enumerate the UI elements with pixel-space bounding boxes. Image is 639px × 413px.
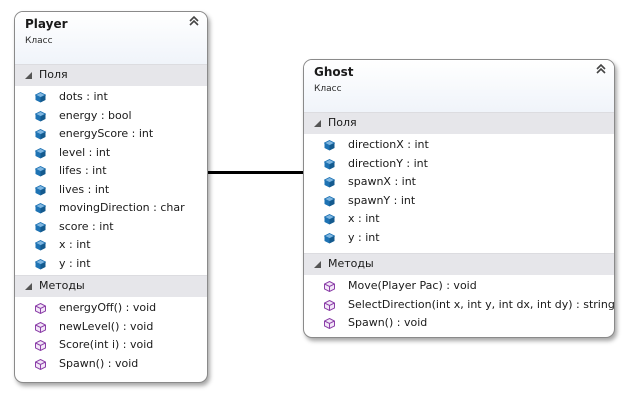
field-label: x : int: [348, 212, 380, 225]
field-item[interactable]: spawnX : int: [304, 173, 614, 192]
method-icon: [35, 340, 46, 351]
field-icon: [35, 129, 46, 140]
field-label: x : int: [59, 238, 91, 251]
field-icon: [324, 177, 335, 188]
method-item[interactable]: Score(int i) : void: [15, 336, 207, 355]
field-icon: [35, 110, 46, 121]
method-label: SelectDirection(int x, int y, int dx, in…: [348, 297, 615, 311]
class-box-player[interactable]: Player Класс Поля dots : int energy : boo…: [14, 11, 208, 383]
method-icon: [35, 321, 46, 333]
field-item[interactable]: y : int: [304, 229, 614, 248]
class-stereotype: Класс: [25, 36, 53, 46]
section-header-methods[interactable]: Методы: [304, 253, 614, 275]
class-name: Player: [25, 17, 68, 31]
field-icon: [324, 232, 335, 243]
field-item[interactable]: x : int: [304, 210, 614, 229]
field-icon: [35, 147, 46, 158]
field-item[interactable]: spawnY : int: [304, 192, 614, 211]
method-icon: [324, 281, 335, 292]
class-header-ghost: Ghost Класс: [304, 60, 614, 112]
field-icon: [324, 140, 335, 151]
field-label: directionX : int: [348, 138, 429, 151]
field-icon: [35, 240, 46, 251]
field-item[interactable]: x : int: [15, 236, 207, 255]
method-icon: [35, 303, 46, 314]
association-line: [206, 171, 304, 174]
section-label-fields: Поля: [328, 116, 357, 129]
field-label: spawnX : int: [348, 175, 416, 188]
field-icon: [324, 195, 335, 206]
field-item[interactable]: score : int: [15, 218, 207, 237]
triangle-down-icon[interactable]: [314, 120, 321, 127]
field-label: lifes : int: [59, 164, 107, 177]
field-list: dots : int energy : bool energyScore : int…: [15, 86, 207, 275]
method-item[interactable]: energyOff() : void: [15, 299, 207, 318]
triangle-down-icon[interactable]: [314, 261, 321, 268]
method-label: Move(Player Pac) : void: [348, 279, 477, 292]
field-label: level : int: [59, 145, 111, 159]
method-icon: [324, 299, 335, 311]
class-name: Ghost: [314, 65, 354, 79]
field-label: score : int: [59, 219, 114, 233]
field-item[interactable]: dots : int: [15, 88, 207, 107]
class-box-ghost[interactable]: Ghost Класс Поля directionX : int directi…: [303, 59, 615, 338]
section-label-methods: Методы: [328, 257, 374, 270]
method-label: newLevel() : void: [59, 319, 154, 333]
method-icon: [324, 318, 335, 329]
section-label-fields: Поля: [39, 68, 68, 81]
double-chevron-up-icon[interactable]: [595, 63, 607, 75]
method-list: Move(Player Pac) : void SelectDirection(i…: [304, 275, 614, 335]
class-header-player: Player Класс: [15, 12, 207, 64]
section-header-fields[interactable]: Поля: [304, 112, 614, 134]
field-label: directionY : int: [348, 156, 428, 170]
field-icon: [35, 258, 46, 269]
method-item[interactable]: Spawn() : void: [304, 314, 614, 333]
field-item[interactable]: directionX : int: [304, 136, 614, 155]
field-item[interactable]: y : int: [15, 255, 207, 274]
field-label: y : int: [348, 230, 380, 244]
field-label: energy : bool: [59, 108, 132, 122]
triangle-down-icon[interactable]: [25, 283, 32, 290]
method-label: energyOff() : void: [59, 301, 157, 314]
field-item[interactable]: energyScore : int: [15, 125, 207, 144]
field-item[interactable]: directionY : int: [304, 155, 614, 174]
field-icon: [35, 221, 46, 232]
triangle-down-icon[interactable]: [25, 72, 32, 79]
class-stereotype: Класс: [314, 84, 342, 94]
field-label: y : int: [59, 256, 91, 270]
field-icon: [35, 184, 46, 195]
method-item[interactable]: SelectDirection(int x, int y, int dx, in…: [304, 296, 614, 315]
field-label: dots : int: [59, 90, 108, 103]
field-label: movingDirection : char: [59, 201, 185, 214]
field-icon: [324, 158, 335, 169]
method-item[interactable]: Spawn() : void: [15, 355, 207, 374]
field-list: directionX : int directionY : int spawnX :…: [304, 134, 614, 253]
method-item[interactable]: Move(Player Pac) : void: [304, 277, 614, 296]
field-label: energyScore : int: [59, 127, 154, 140]
field-icon: [324, 214, 335, 225]
field-item[interactable]: energy : bool: [15, 107, 207, 126]
double-chevron-up-icon[interactable]: [188, 15, 200, 27]
method-label: Spawn() : void: [348, 316, 428, 329]
method-label: Spawn() : void: [59, 356, 139, 370]
field-icon: [35, 203, 46, 214]
field-icon: [35, 166, 46, 177]
section-header-methods[interactable]: Методы: [15, 275, 207, 297]
field-item[interactable]: lifes : int: [15, 162, 207, 181]
field-label: lives : int: [59, 182, 110, 196]
method-icon: [35, 358, 46, 370]
field-item[interactable]: movingDirection : char: [15, 199, 207, 218]
method-label: Score(int i) : void: [59, 338, 154, 351]
method-item[interactable]: newLevel() : void: [15, 318, 207, 337]
field-item[interactable]: lives : int: [15, 181, 207, 200]
field-label: spawnY : int: [348, 193, 416, 207]
field-icon: [35, 92, 46, 103]
section-header-fields[interactable]: Поля: [15, 64, 207, 86]
field-item[interactable]: level : int: [15, 144, 207, 163]
method-list: energyOff() : void newLevel() : void Score…: [15, 297, 207, 375]
section-label-methods: Методы: [39, 279, 85, 292]
